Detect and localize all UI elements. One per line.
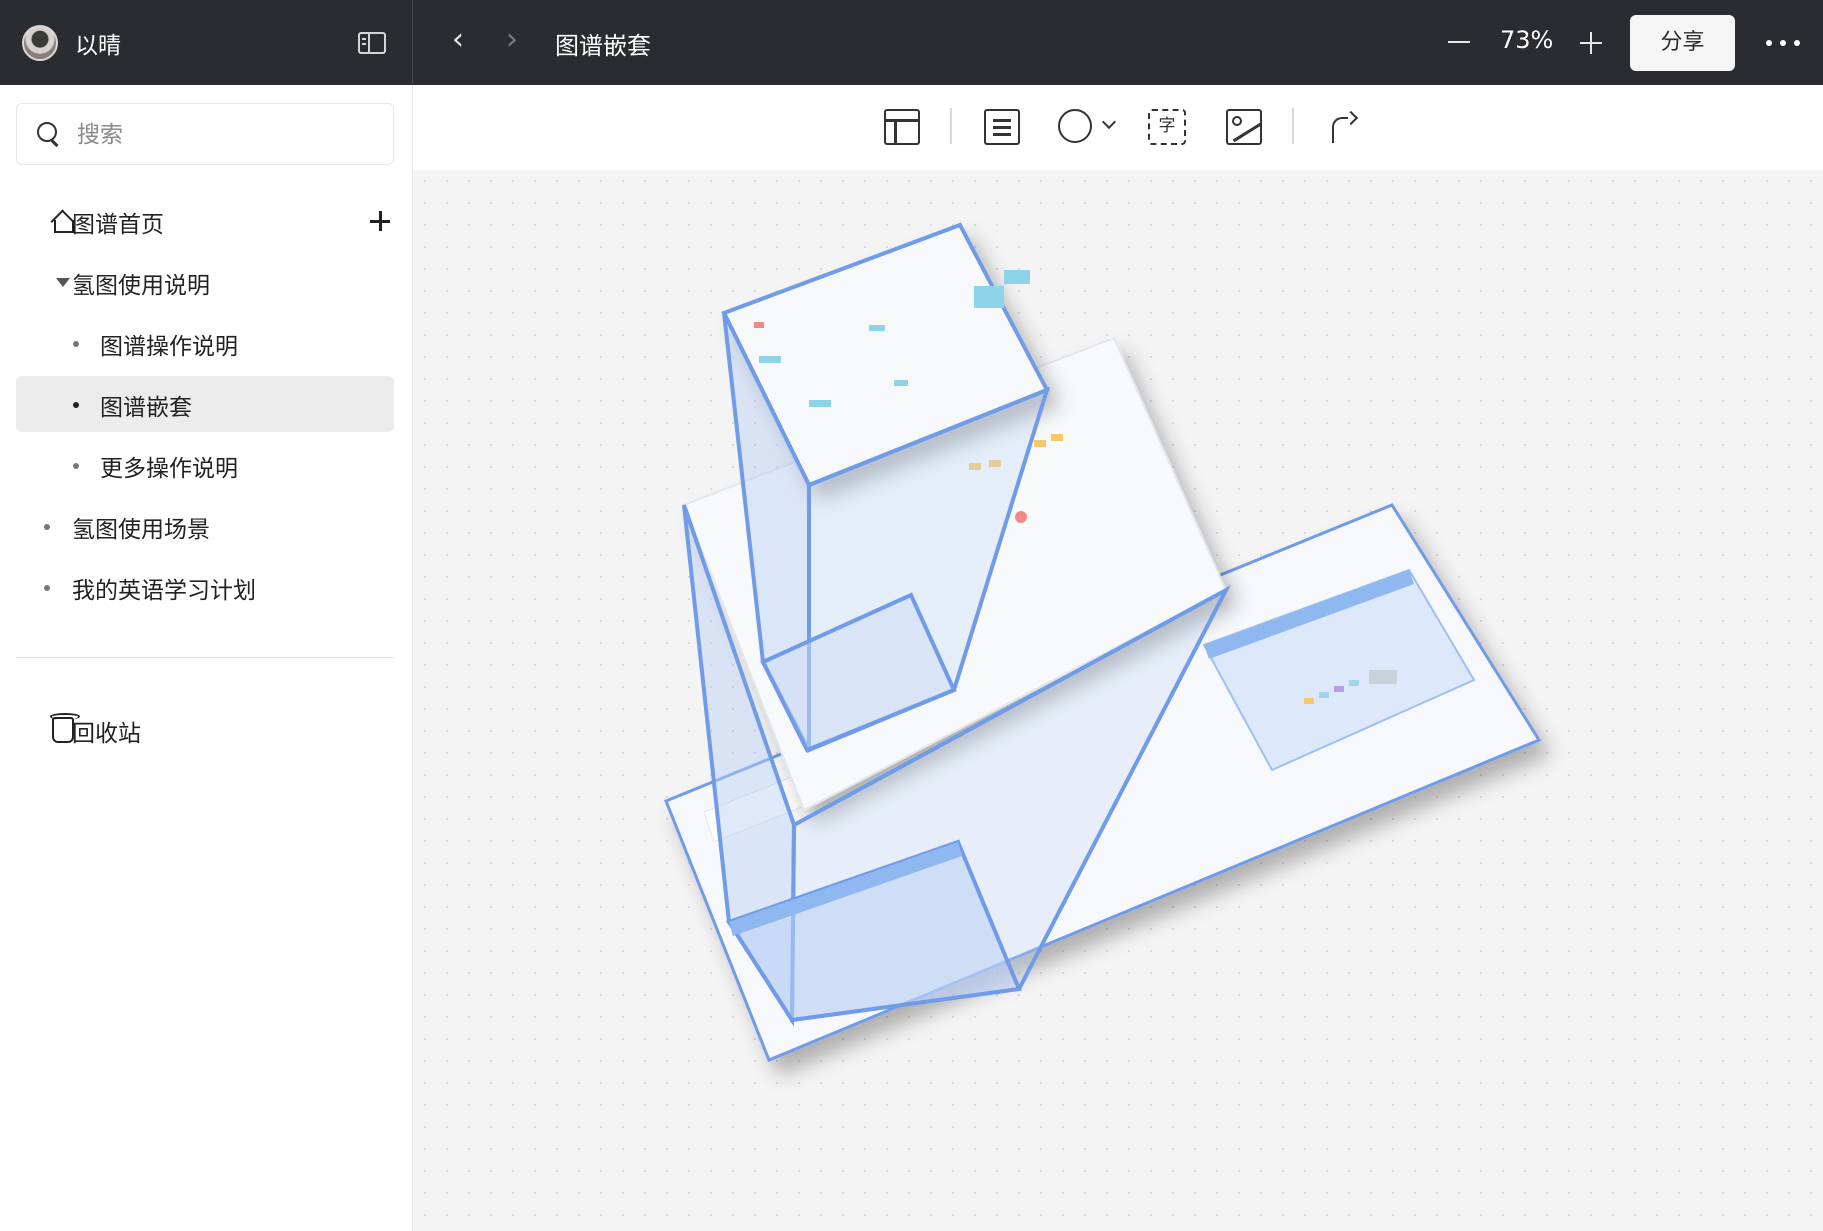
sidebar-item-label: 氢图使用场景 xyxy=(72,517,210,543)
image-icon[interactable] xyxy=(1226,109,1262,145)
text-icon[interactable]: 字 xyxy=(1148,109,1186,145)
sidebar-item-graph-ops[interactable]: 图谱操作说明 xyxy=(16,315,394,371)
canvas[interactable] xyxy=(414,170,1823,1231)
search-input[interactable] xyxy=(77,118,377,152)
bullet-icon xyxy=(73,341,79,347)
forward-arrow-icon[interactable]: › xyxy=(494,24,530,60)
caret-down-icon[interactable] xyxy=(56,278,70,287)
sidebar-item-label: 回收站 xyxy=(72,721,141,747)
sidebar-item-label: 我的英语学习计划 xyxy=(72,578,256,604)
sidebar-item-graph-nesting[interactable]: 图谱嵌套 xyxy=(16,376,394,432)
user-area: 以晴 xyxy=(0,0,413,85)
avatar[interactable] xyxy=(22,25,58,61)
main-area: 字 xyxy=(414,85,1823,1231)
bullet-icon xyxy=(44,524,50,530)
add-icon[interactable] xyxy=(370,211,390,231)
sidebar-item-label: 图谱嵌套 xyxy=(100,395,192,421)
zoom-out-button[interactable] xyxy=(1448,41,1470,43)
zoom-in-button[interactable] xyxy=(1580,32,1602,54)
sidebar-toggle-icon[interactable] xyxy=(358,32,386,54)
back-arrow-icon[interactable]: ‹ xyxy=(440,24,476,60)
sidebar-item-home[interactable]: 图谱首页 xyxy=(16,193,394,249)
shape-icon[interactable] xyxy=(1058,109,1092,143)
sidebar-item-label: 图谱操作说明 xyxy=(100,334,238,360)
toolbar-divider xyxy=(950,108,952,144)
sidebar-item-english-plan[interactable]: 我的英语学习计划 xyxy=(16,559,394,615)
app-window: 以晴 ‹ › 图谱嵌套 73% 分享 图谱首页 氢图使用说明 xyxy=(0,0,1823,1231)
sidebar-item-label: 更多操作说明 xyxy=(100,456,238,482)
sidebar-item-trash[interactable]: 回收站 xyxy=(16,702,394,758)
search-icon xyxy=(37,122,61,146)
zoom-level[interactable]: 73% xyxy=(1500,26,1553,54)
bullet-icon xyxy=(73,463,79,469)
share-button[interactable]: 分享 xyxy=(1630,15,1735,71)
sidebar-item-label: 图谱首页 xyxy=(72,212,164,238)
connector-icon[interactable] xyxy=(1328,109,1364,145)
toolbar-divider xyxy=(1292,108,1294,144)
search-box[interactable] xyxy=(16,103,394,165)
sidebar: 图谱首页 氢图使用说明 图谱操作说明 图谱嵌套 更多操作说明 氢图使用场景 我的… xyxy=(0,85,413,1231)
trash-icon xyxy=(50,713,80,743)
sidebar-item-label: 氢图使用说明 xyxy=(72,273,210,299)
top-bar: 以晴 ‹ › 图谱嵌套 73% 分享 xyxy=(0,0,1823,85)
sidebar-item-more-ops[interactable]: 更多操作说明 xyxy=(16,437,394,493)
bullet-icon xyxy=(73,402,79,408)
username[interactable]: 以晴 xyxy=(75,26,121,60)
note-icon[interactable] xyxy=(984,109,1020,145)
more-options-icon[interactable] xyxy=(1766,40,1800,46)
bullet-icon xyxy=(44,585,50,591)
nested-graph-illustration xyxy=(664,222,1542,1062)
sidebar-item-hydrogen-guide[interactable]: 氢图使用说明 xyxy=(16,254,394,310)
chevron-down-icon[interactable] xyxy=(1101,114,1117,130)
page-title: 图谱嵌套 xyxy=(555,32,651,60)
frame-icon[interactable] xyxy=(884,109,920,145)
sidebar-item-use-cases[interactable]: 氢图使用场景 xyxy=(16,498,394,554)
home-icon xyxy=(50,210,74,233)
canvas-toolbar: 字 xyxy=(414,85,1823,170)
sidebar-divider xyxy=(16,657,394,658)
